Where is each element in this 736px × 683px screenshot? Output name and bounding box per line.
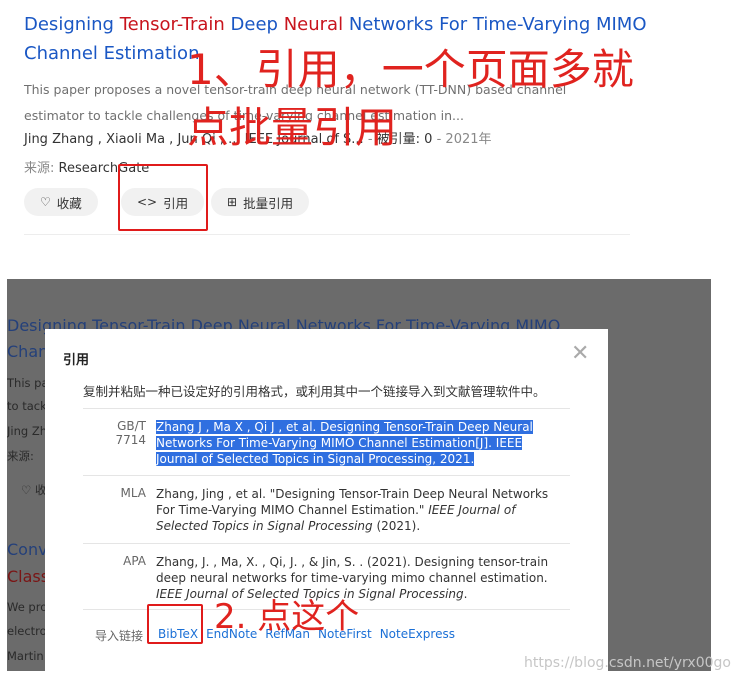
bg-fragment: We pro — [7, 600, 48, 614]
close-icon[interactable]: ✕ — [571, 343, 589, 365]
title-part: Networks For — [343, 14, 473, 35]
bg-fragment: to tackl — [7, 399, 50, 413]
folder-plus-icon: ⊞ — [227, 195, 238, 209]
format-label: APA — [123, 554, 146, 568]
bg-second-title: Class — [7, 567, 50, 586]
batch-cite-button[interactable]: ⊞ 批量引用 — [211, 188, 310, 216]
bg-fragment: This pa — [7, 376, 49, 390]
collect-button[interactable]: ♡ 收藏 — [24, 188, 98, 216]
modal-title: 引用 — [63, 353, 90, 368]
annotation-step2: 2. 点这个 — [214, 597, 360, 637]
citation-text: Zhang J , Ma X , Qi J , et al. Designing… — [156, 420, 533, 466]
citation-text: Zhang, J. , Ma, X. , Qi, J. , & Jin, S. … — [156, 555, 549, 585]
bg-fragment: electro — [7, 624, 47, 638]
highlight-box-bibtex — [147, 604, 203, 644]
title-part: Neural — [283, 14, 344, 35]
bg-fragment: ♡ 收 — [21, 483, 47, 497]
title-part: Designing — [24, 14, 120, 35]
modal-description: 复制并粘贴一种已设定好的引用格式，或利用其中一个链接导入到文献管理软件中。 — [83, 384, 546, 399]
citation-text: (2021). — [372, 519, 421, 533]
divider — [83, 475, 570, 476]
heart-icon: ♡ — [40, 195, 51, 209]
citation-gbt[interactable]: Zhang J , Ma X , Qi J , et al. Designing… — [156, 419, 566, 467]
import-label: 导入链接 — [95, 629, 144, 643]
divider — [83, 543, 570, 544]
import-link-noteexpress[interactable]: NoteExpress — [380, 627, 455, 641]
title-part: Tensor-Train — [119, 14, 225, 35]
bg-fragment: Jing Zh — [7, 424, 47, 438]
collect-label: 收藏 — [56, 195, 82, 211]
source-label: 来源: — [24, 161, 55, 176]
watermark: https://blog.csdn.net/yrx00go — [524, 655, 731, 671]
batch-cite-label: 批量引用 — [243, 195, 294, 211]
divider — [83, 408, 570, 409]
title-part: Deep — [224, 14, 284, 35]
citation-mla[interactable]: Zhang, Jing , et al. "Designing Tensor-T… — [156, 486, 566, 534]
bg-fragment: 来源: — [7, 449, 34, 463]
divider — [24, 234, 630, 235]
citation-text: . — [463, 587, 468, 601]
format-label: MLA — [120, 486, 146, 500]
bg-second-title: Conv — [7, 540, 48, 559]
format-label: GB/T 7714 — [115, 419, 146, 447]
annotation-step1-line2: 点批量引用 — [187, 103, 398, 152]
highlight-box-cite — [118, 164, 208, 231]
result-year: 2021年 — [445, 132, 492, 147]
bg-fragment: Martin — [7, 649, 44, 663]
bg-title-line2: Chan — [7, 342, 49, 361]
annotation-step1-line1: 1、引用，一个页面多就 — [187, 45, 634, 94]
citation-apa[interactable]: Zhang, J. , Ma, X. , Qi, J. , & Jin, S. … — [156, 554, 566, 602]
